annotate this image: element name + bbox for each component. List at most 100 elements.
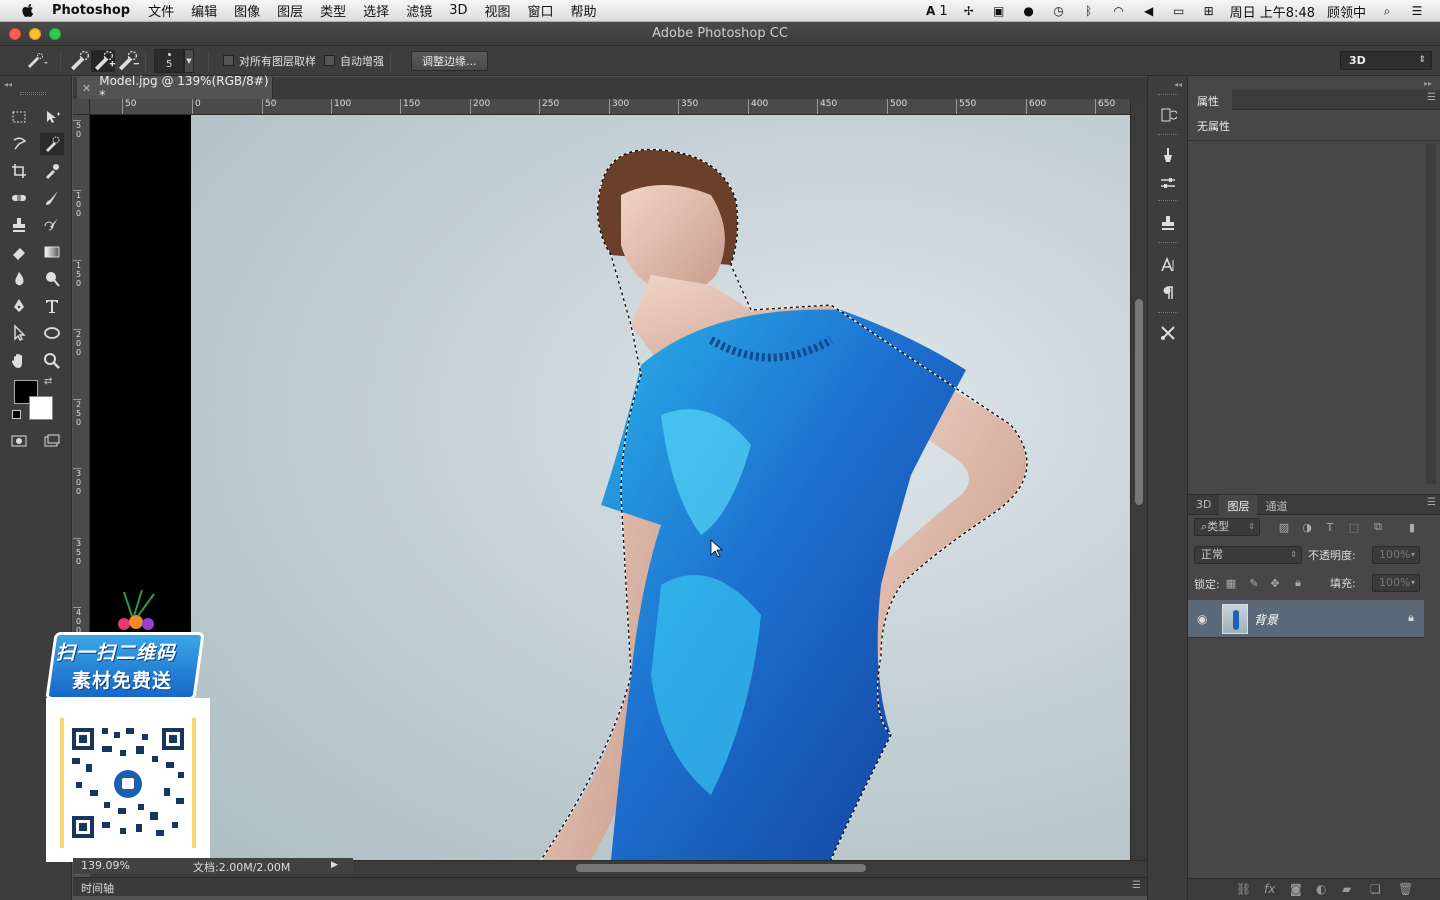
- lock-transparent-pixels-icon[interactable]: ▦: [1223, 575, 1239, 591]
- user-name[interactable]: 顾领中: [1327, 2, 1366, 21]
- move-tool[interactable]: [40, 106, 64, 128]
- panel-grip[interactable]: [1158, 134, 1178, 137]
- volume-icon[interactable]: ◀: [1140, 3, 1158, 19]
- rectangular-marquee-tool[interactable]: [7, 106, 31, 128]
- subtract-from-selection-mode-button[interactable]: [115, 50, 139, 72]
- menu-app-name[interactable]: Photoshop: [52, 3, 130, 18]
- wifi-icon[interactable]: ◠: [1110, 3, 1128, 19]
- filter-toggle-icon[interactable]: ▮: [1404, 519, 1420, 535]
- panel-menu-icon[interactable]: ☰: [1427, 497, 1436, 508]
- layer-filter-kind-select[interactable]: ⌕类型 ⇕: [1194, 518, 1260, 536]
- menu-help[interactable]: 帮助: [571, 1, 597, 20]
- blur-tool[interactable]: [7, 268, 31, 290]
- workspace-switcher[interactable]: 3D ⇕: [1340, 51, 1432, 70]
- panel-menu-icon[interactable]: ☰: [1132, 880, 1141, 891]
- opacity-input[interactable]: 100% ▾: [1372, 546, 1420, 564]
- adobe-status[interactable]: A 1: [926, 4, 948, 19]
- quick-selection-tool[interactable]: [40, 133, 64, 155]
- delete-layer-trash-icon[interactable]: 🗑︎: [1398, 882, 1413, 896]
- clock[interactable]: 周日 上午8:48: [1230, 2, 1315, 21]
- history-brush-tool[interactable]: [40, 214, 64, 236]
- lasso-tool[interactable]: [7, 133, 31, 155]
- gradient-tool[interactable]: [40, 241, 64, 263]
- auto-enhance-checkbox[interactable]: [324, 55, 335, 66]
- filter-adjustment-icon[interactable]: ◑: [1299, 519, 1315, 535]
- clone-stamp-tool[interactable]: [7, 214, 31, 236]
- tab-3d[interactable]: 3D: [1188, 495, 1219, 515]
- new-adjustment-layer-icon[interactable]: ◐: [1316, 882, 1326, 896]
- crop-tool[interactable]: [7, 160, 31, 182]
- add-layer-style-icon[interactable]: fx: [1264, 882, 1275, 896]
- properties-scrollbar[interactable]: [1426, 144, 1436, 484]
- filter-smart-object-icon[interactable]: ⧉: [1370, 519, 1386, 535]
- spotlight-search-icon[interactable]: ⌕: [1378, 3, 1396, 19]
- document-size-info[interactable]: 文档:2.00M/2.00M: [193, 859, 290, 875]
- brush-panel-button[interactable]: [1156, 144, 1180, 166]
- refine-edge-button[interactable]: 调整边缘...: [411, 50, 488, 71]
- collapse-panel-icon[interactable]: ◂◂: [4, 80, 12, 89]
- filter-type-icon[interactable]: T: [1322, 519, 1338, 535]
- default-colors-icon[interactable]: [12, 410, 21, 419]
- tool-preset-picker[interactable]: [20, 50, 54, 72]
- dodge-tool[interactable]: [40, 268, 64, 290]
- add-to-selection-mode-button[interactable]: [91, 49, 115, 72]
- collapse-strip-icon[interactable]: ◂◂: [1174, 80, 1182, 89]
- filter-pixel-icon[interactable]: ▨: [1276, 519, 1292, 535]
- screen-mode-button[interactable]: [40, 430, 64, 452]
- menu-view[interactable]: 视图: [484, 1, 510, 20]
- zoom-tool[interactable]: [40, 350, 64, 372]
- eraser-tool[interactable]: [7, 241, 31, 263]
- panel-grip[interactable]: [1158, 94, 1178, 97]
- document-canvas[interactable]: [90, 115, 1130, 860]
- spot-healing-brush-tool[interactable]: [7, 187, 31, 209]
- history-panel-button[interactable]: [1156, 104, 1180, 126]
- ruler-origin[interactable]: [73, 99, 90, 115]
- notification-icon[interactable]: ●: [1020, 3, 1038, 19]
- menu-window[interactable]: 窗口: [528, 1, 554, 20]
- vertical-scrollbar[interactable]: [1130, 99, 1147, 860]
- layer-row-background[interactable]: ◉ 背景 🔒︎: [1188, 600, 1424, 638]
- menu-image[interactable]: 图像: [234, 1, 260, 20]
- lock-all-icon[interactable]: 🔒︎: [1290, 575, 1306, 591]
- swap-colors-icon[interactable]: ⇄: [44, 376, 52, 387]
- layer-lock-icon[interactable]: 🔒︎: [1408, 611, 1414, 625]
- link-layers-icon[interactable]: ⛓: [1236, 882, 1251, 896]
- layer-visibility-eye-icon[interactable]: ◉: [1197, 612, 1207, 626]
- panel-grip[interactable]: [20, 92, 46, 95]
- panel-grip[interactable]: [1158, 242, 1178, 245]
- ellipse-tool[interactable]: [40, 322, 64, 344]
- panel-grip[interactable]: [1158, 312, 1178, 315]
- tab-properties[interactable]: 属性: [1188, 90, 1232, 110]
- layer-name[interactable]: 背景: [1254, 611, 1278, 628]
- new-group-folder-icon[interactable]: ▰: [1342, 882, 1351, 896]
- menu-type[interactable]: 类型: [320, 1, 346, 20]
- brush-tool[interactable]: [40, 187, 64, 209]
- pen-tool[interactable]: [7, 295, 31, 317]
- eyedropper-tool[interactable]: [40, 160, 64, 182]
- tab-channels[interactable]: 通道: [1257, 495, 1295, 515]
- menu-layer[interactable]: 图层: [277, 1, 303, 20]
- background-color-swatch[interactable]: [29, 396, 53, 420]
- panel-grip[interactable]: [1158, 200, 1178, 203]
- menu-3d[interactable]: 3D: [449, 3, 467, 18]
- quick-mask-mode-button[interactable]: [7, 430, 31, 452]
- battery-icon[interactable]: ▭: [1170, 3, 1188, 19]
- timeline-tab[interactable]: 时间轴: [81, 880, 114, 896]
- paragraph-panel-button[interactable]: [1156, 282, 1180, 304]
- brush-size-dropdown[interactable]: ▼: [184, 48, 194, 73]
- character-panel-button[interactable]: [1156, 254, 1180, 276]
- horizontal-scroll-thumb[interactable]: [576, 864, 866, 872]
- bluetooth-icon[interactable]: ᛒ: [1080, 3, 1098, 19]
- clone-source-panel-button[interactable]: [1156, 212, 1180, 234]
- menu-select[interactable]: 选择: [363, 1, 389, 20]
- document-tab[interactable]: ✕ Model.jpg @ 139%(RGB/8#) *: [77, 74, 273, 102]
- menu-filter[interactable]: 滤镜: [406, 1, 432, 20]
- vertical-scroll-thumb[interactable]: [1135, 299, 1143, 505]
- time-machine-icon[interactable]: ◷: [1050, 3, 1068, 19]
- crosshair-icon[interactable]: ✢: [960, 3, 978, 19]
- menu-edit[interactable]: 编辑: [191, 1, 217, 20]
- filter-shape-icon[interactable]: ⬚: [1346, 519, 1362, 535]
- new-layer-icon[interactable]: ❏: [1370, 882, 1381, 896]
- input-method-icon[interactable]: ⊞: [1200, 3, 1218, 19]
- sample-all-layers-checkbox[interactable]: [223, 55, 234, 66]
